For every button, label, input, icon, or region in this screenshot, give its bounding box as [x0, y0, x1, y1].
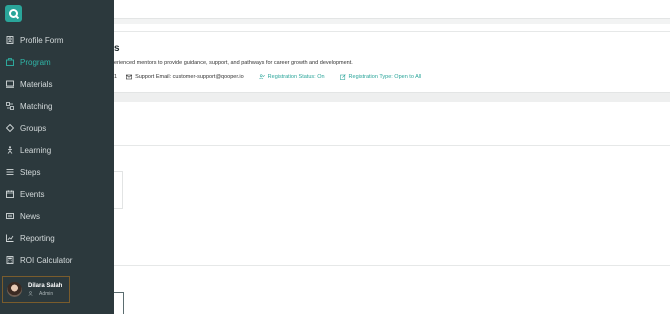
materials-icon — [6, 80, 14, 88]
sidebar-item-roi-calculator[interactable]: ROI Calculator — [0, 249, 114, 271]
learning-icon — [6, 146, 14, 154]
user-role-label: Admin — [39, 290, 54, 297]
sidebar-item-label: Program — [20, 57, 51, 67]
edit-icon — [339, 74, 346, 80]
mail-icon — [126, 74, 133, 80]
sidebar-item-program[interactable]: Program — [0, 51, 114, 73]
groups-icon — [6, 124, 14, 132]
sidebar-item-news[interactable]: News — [0, 205, 114, 227]
divider — [114, 265, 670, 266]
divider — [114, 31, 670, 32]
sidebar-item-events[interactable]: Events — [0, 183, 114, 205]
sidebar-item-reporting[interactable]: Reporting — [0, 227, 114, 249]
news-icon — [6, 212, 14, 220]
registration-type-text: Registration Type: Open to All — [348, 74, 422, 80]
sidebar-item-profile-form[interactable]: Profile Form — [0, 29, 114, 51]
events-icon — [6, 190, 14, 198]
sidebar-item-label: Learning — [20, 145, 52, 155]
steps-icon — [6, 168, 14, 176]
program-meta-row: 1 Support Email: customer-support@qooper… — [114, 74, 436, 80]
profile-form-icon — [6, 36, 14, 44]
sidebar-item-label: News — [20, 211, 41, 221]
sidebar-item-label: Matching — [20, 101, 53, 111]
sidebar-item-learning[interactable]: Learning — [0, 139, 114, 161]
registration-status[interactable]: Registration Status: On — [258, 74, 325, 80]
program-description: erienced mentors to provide guidance, su… — [114, 60, 353, 66]
registration-type[interactable]: Registration Type: Open to All — [339, 74, 422, 80]
meta-leading-fragment: 1 — [114, 74, 118, 80]
user-profile-card[interactable]: Dilara Salah Admin — [2, 276, 70, 303]
sidebar-item-label: Events — [20, 189, 45, 199]
sidebar-item-materials[interactable]: Materials — [0, 73, 114, 95]
user-icon — [28, 291, 33, 296]
user-check-icon — [258, 74, 265, 80]
sidebar-item-groups[interactable]: Groups — [0, 117, 114, 139]
sidebar-item-label: ROI Calculator — [20, 255, 73, 265]
support-email-text: Support Email: customer-support@qooper.i… — [135, 74, 244, 80]
sidebar-item-matching[interactable]: Matching — [0, 95, 114, 117]
avatar — [7, 282, 22, 297]
sidebar-item-label: Reporting — [20, 233, 55, 243]
bottom-button-edge[interactable] — [114, 292, 124, 314]
user-name: Dilara Salah — [28, 282, 63, 289]
sidebar: Profile Form Program Materials Matching … — [0, 0, 114, 314]
q-logo-icon[interactable] — [5, 5, 22, 22]
support-email: Support Email: customer-support@qooper.i… — [126, 74, 244, 80]
header-band — [114, 18, 670, 24]
sidebar-nav: Profile Form Program Materials Matching … — [0, 29, 114, 271]
user-role: Admin — [28, 290, 62, 298]
sidebar-item-label: Steps — [20, 167, 41, 177]
main-content: s erienced mentors to provide guidance, … — [114, 0, 670, 314]
program-icon — [6, 58, 14, 66]
section-band — [114, 92, 670, 102]
divider — [114, 145, 670, 146]
sidebar-item-label: Materials — [20, 79, 53, 89]
reporting-icon — [6, 234, 14, 242]
calculator-icon — [6, 256, 14, 264]
registration-status-text: Registration Status: On — [267, 74, 325, 80]
program-title: s — [114, 43, 120, 54]
sidebar-item-label: Groups — [20, 123, 47, 133]
sidebar-item-label: Profile Form — [20, 35, 64, 45]
content-card-edge — [114, 171, 123, 209]
matching-icon — [6, 102, 14, 110]
sidebar-item-steps[interactable]: Steps — [0, 161, 114, 183]
